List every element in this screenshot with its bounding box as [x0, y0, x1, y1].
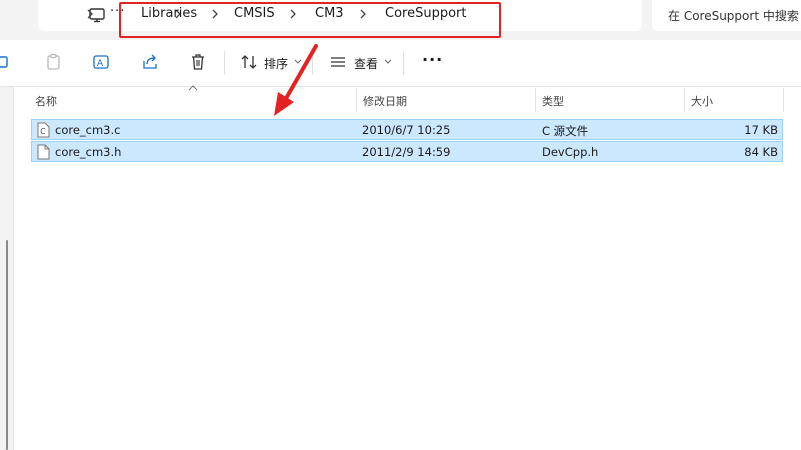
paste-icon[interactable]: [45, 53, 63, 71]
more-options-button[interactable]: ···: [422, 50, 443, 69]
file-type: DevCpp.h: [542, 145, 599, 159]
svg-text:A: A: [97, 59, 104, 69]
share-icon[interactable]: [141, 53, 159, 71]
c-source-file-icon: C: [37, 122, 50, 138]
delete-icon[interactable]: [189, 53, 207, 71]
toolbar-divider: [403, 51, 404, 75]
copy-icon[interactable]: [0, 53, 12, 71]
rename-icon[interactable]: A: [92, 53, 110, 71]
annotation-arrow-icon: [274, 44, 318, 116]
column-header-type[interactable]: 类型: [536, 88, 684, 112]
file-type: C 源文件: [542, 124, 589, 138]
file-row[interactable]: C core_cm3.c 2010/6/7 10:25 C 源文件 17 KB: [31, 119, 783, 140]
nav-scrollbar[interactable]: [6, 240, 8, 450]
view-icon[interactable]: [329, 53, 347, 71]
column-header-modified[interactable]: 修改日期: [357, 88, 535, 112]
svg-text:C: C: [40, 127, 45, 136]
file-name: core_cm3.h: [55, 145, 122, 159]
file-size: 84 KB: [744, 145, 778, 159]
chevron-down-icon: [384, 59, 392, 64]
chevron-right-icon: [87, 9, 93, 19]
file-explorer-window: ··· Libraries CMSIS CM3 CoreSupport 在 Co…: [0, 0, 801, 450]
file-modified: 2011/2/9 14:59: [362, 145, 451, 159]
file-modified: 2010/6/7 10:25: [362, 123, 451, 137]
search-box[interactable]: 在 CoreSupport 中搜索: [652, 0, 801, 31]
toolbar-divider: [224, 51, 225, 75]
file-name: core_cm3.c: [55, 123, 121, 137]
command-bar: A 排序 查看 ···: [0, 40, 801, 87]
view-button[interactable]: 查看: [354, 55, 378, 72]
column-divider[interactable]: [783, 88, 784, 112]
sort-icon[interactable]: [240, 53, 258, 71]
annotation-highlight-box: [119, 2, 501, 38]
file-size: 17 KB: [744, 123, 778, 137]
search-placeholder: 在 CoreSupport 中搜索: [668, 9, 799, 23]
file-row[interactable]: core_cm3.h 2011/2/9 14:59 DevCpp.h 84 KB: [31, 141, 783, 162]
file-icon: [37, 144, 50, 160]
column-header-size[interactable]: 大小: [685, 88, 783, 112]
